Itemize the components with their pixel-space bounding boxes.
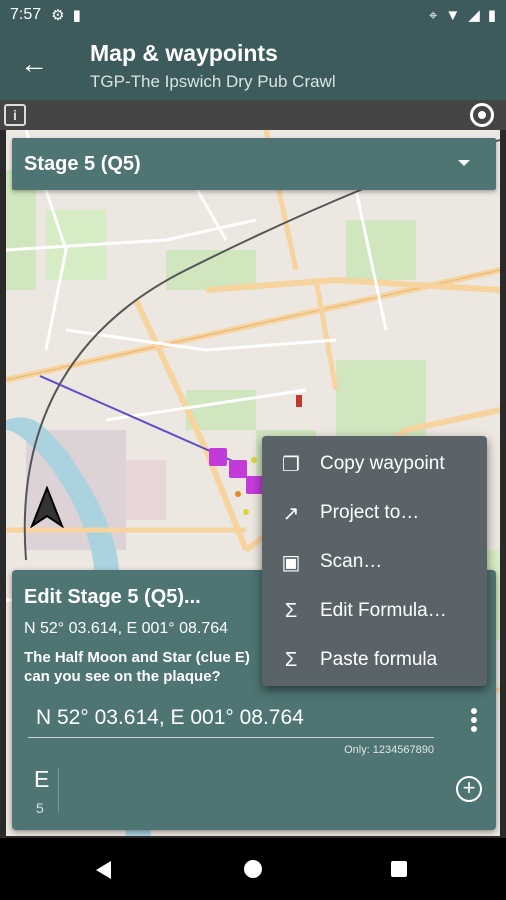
signal-icon: ◢ [468, 7, 480, 24]
menu-item-copy-waypoint[interactable]: ❐ Copy waypoint [262, 440, 487, 488]
panel-title: Edit Stage 5 (Q5)... [24, 586, 201, 608]
panel-coords: N 52° 03.614, E 001° 08.764 [24, 620, 229, 637]
context-menu: ❐ Copy waypoint ↗ Project to… ▣ Scan… Σ … [262, 436, 487, 686]
menu-item-label: Project to… [320, 502, 420, 523]
wifi-icon: ▼ [445, 6, 461, 24]
divider [58, 768, 59, 812]
system-nav-bar [0, 838, 506, 900]
variable-letter[interactable]: E [34, 766, 49, 793]
sd-card-icon: ▮ [72, 7, 81, 24]
menu-item-label: Scan… [320, 551, 383, 572]
trending-icon: ↗ [282, 502, 300, 525]
copy-icon: ❐ [282, 453, 300, 476]
add-variable-icon[interactable]: + [456, 776, 482, 802]
variable-value: 5 [36, 800, 44, 816]
back-arrow-icon[interactable]: ← [20, 50, 48, 78]
battery-icon: ▮ [487, 7, 496, 24]
sigma-icon: Σ [284, 599, 298, 622]
menu-item-scan[interactable]: ▣ Scan… [262, 538, 487, 586]
page-subtitle: TGP-The Ipswich Dry Pub Crawl [90, 72, 336, 91]
stage-selector[interactable]: Stage 5 (Q5) [12, 138, 496, 190]
menu-item-label: Edit Formula… [320, 600, 447, 621]
dropdown-arrow-icon [458, 160, 470, 166]
status-bar: 7:57 ⚙ ▮ ⌖ ▼ ◢ ▮ [0, 0, 506, 30]
nav-back-icon[interactable] [96, 861, 111, 879]
stage-selector-label: Stage 5 (Q5) [24, 153, 141, 175]
gear-icon: ⚙ [51, 7, 65, 24]
page-title: Map & waypoints [90, 40, 278, 66]
nav-home-icon[interactable] [244, 860, 262, 878]
map-toolbar: i [0, 100, 506, 130]
menu-item-project-to[interactable]: ↗ Project to… [262, 489, 487, 537]
info-button[interactable]: i [4, 104, 26, 126]
app-bar: ← Map & waypoints TGP-The Ipswich Dry Pu… [0, 30, 506, 100]
menu-item-label: Copy waypoint [320, 453, 445, 474]
status-time: 7:57 [10, 6, 42, 23]
coordinate-input[interactable]: N 52° 03.614, E 001° 08.764 [28, 706, 434, 738]
location-icon: ⌖ [428, 6, 438, 24]
input-hint: Only: 1234567890 [344, 744, 434, 756]
nav-recents-icon[interactable] [391, 861, 407, 877]
menu-item-paste-formula[interactable]: Σ Paste formula [262, 636, 487, 684]
my-location-icon[interactable] [470, 103, 494, 127]
menu-item-label: Paste formula [320, 649, 438, 670]
panel-description: The Half Moon and Star (clue E) can you … [24, 649, 250, 685]
menu-item-edit-formula[interactable]: Σ Edit Formula… [262, 587, 487, 635]
scan-icon: ▣ [281, 551, 301, 574]
sigma-icon: Σ [284, 648, 298, 671]
more-options-icon[interactable] [470, 708, 478, 736]
